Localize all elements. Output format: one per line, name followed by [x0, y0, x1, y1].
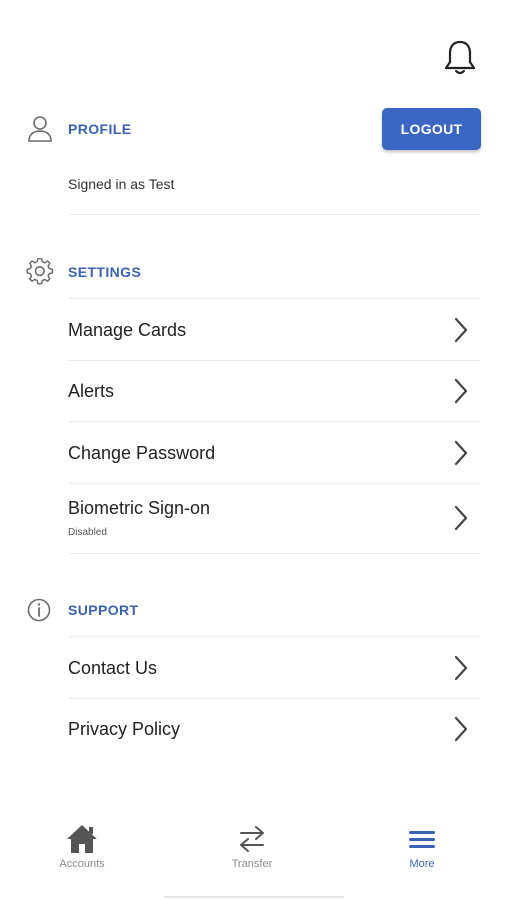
tab-transfer[interactable]: Transfer: [202, 822, 302, 870]
profile-section-title: PROFILE: [68, 121, 132, 137]
settings-item-biometric-sign-on[interactable]: Biometric Sign-on Disabled: [68, 484, 488, 552]
tab-accounts[interactable]: Accounts: [32, 822, 132, 870]
row-label: Manage Cards: [68, 320, 187, 340]
chevron-right-icon: [452, 504, 470, 532]
chevron-right-icon: [452, 715, 470, 743]
tab-label: More: [409, 858, 435, 870]
chevron-right-icon: [452, 377, 470, 405]
divider: [68, 553, 480, 554]
settings-item-change-password[interactable]: Change Password: [68, 422, 488, 482]
row-label: Privacy Policy: [68, 719, 181, 739]
menu-icon: [372, 822, 472, 858]
profile-user-icon: [26, 115, 54, 143]
chevron-right-icon: [452, 439, 470, 467]
row-label: Contact Us: [68, 658, 158, 678]
support-item-contact-us[interactable]: Contact Us: [68, 638, 488, 698]
tab-label: Accounts: [59, 858, 105, 870]
divider: [68, 636, 480, 637]
support-section-title: SUPPORT: [68, 602, 139, 618]
settings-section-title: SETTINGS: [68, 264, 142, 280]
transfer-icon: [202, 822, 302, 858]
bottom-tab-bar: Accounts Transfer More: [0, 812, 507, 900]
tab-label: Transfer: [231, 858, 273, 870]
divider: [68, 214, 480, 215]
notifications-bell-icon[interactable]: [443, 38, 477, 78]
support-item-privacy-policy[interactable]: Privacy Policy: [68, 700, 488, 760]
settings-item-alerts[interactable]: Alerts: [68, 361, 488, 421]
settings-item-manage-cards[interactable]: Manage Cards: [68, 300, 488, 360]
home-icon: [32, 822, 132, 858]
signed-in-status: Signed in as Test: [68, 176, 175, 192]
logout-button[interactable]: LOGOUT: [382, 108, 481, 150]
info-icon: [26, 596, 54, 624]
chevron-right-icon: [452, 316, 470, 344]
tab-more[interactable]: More: [372, 822, 472, 870]
settings-gear-icon: [26, 257, 54, 286]
row-label: Change Password: [68, 443, 216, 463]
row-label: Biometric Sign-on: [68, 498, 211, 518]
home-indicator: [164, 896, 344, 898]
divider: [68, 698, 480, 699]
row-label: Alerts: [68, 381, 115, 401]
chevron-right-icon: [452, 654, 470, 682]
biometric-status: Disabled: [68, 527, 107, 538]
divider: [68, 298, 480, 299]
